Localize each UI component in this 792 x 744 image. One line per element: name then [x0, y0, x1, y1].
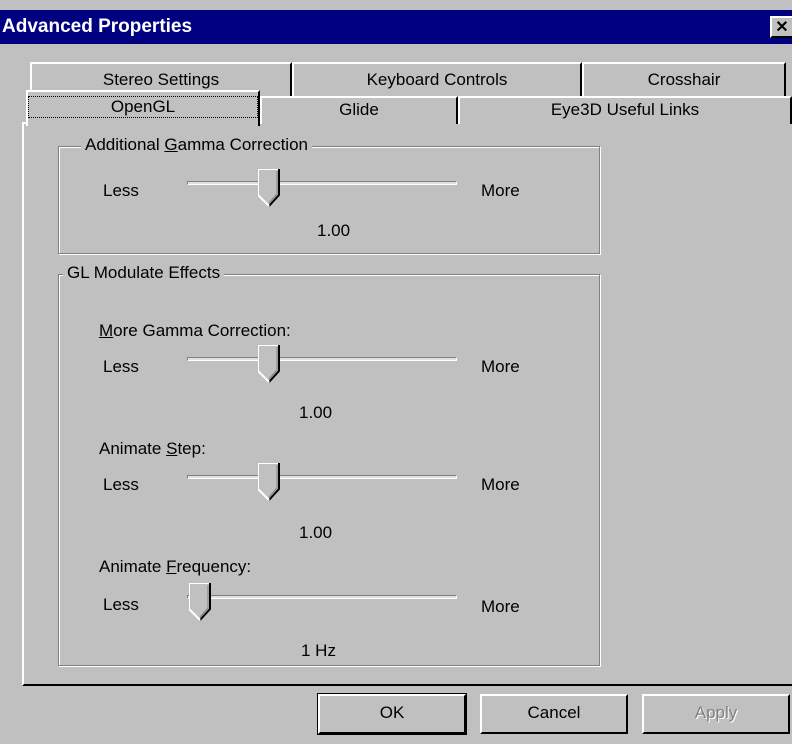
tab-label: Stereo Settings — [102, 70, 220, 89]
tab-crosshair[interactable]: Crosshair — [582, 62, 786, 96]
close-button[interactable]: ✕ — [770, 16, 792, 38]
tab-label: Crosshair — [647, 70, 721, 89]
more-label: More — [481, 181, 520, 200]
group-legend: Additional Gamma Correction — [81, 135, 312, 155]
tab-eye3d-useful-links[interactable]: Eye3D Useful Links — [458, 96, 792, 124]
less-label: Less — [103, 595, 139, 614]
cancel-button[interactable]: Cancel — [480, 694, 628, 734]
slider-track — [187, 357, 457, 361]
animate-step-label: Animate Step: — [99, 439, 206, 458]
animate-frequency-slider[interactable] — [187, 583, 457, 627]
close-icon: ✕ — [775, 19, 789, 36]
tab-label: Keyboard Controls — [366, 70, 508, 89]
ok-button[interactable]: OK — [317, 693, 467, 735]
gamma-value: 1.00 — [317, 221, 351, 240]
tab-label: Glide — [339, 100, 379, 119]
ok-button-label: OK — [379, 703, 405, 722]
apply-button[interactable]: Apply — [642, 694, 790, 734]
slider-track — [187, 595, 457, 599]
gamma-correction-slider[interactable] — [187, 169, 457, 213]
slider-thumb[interactable] — [258, 463, 280, 501]
cancel-button-label: Cancel — [527, 703, 581, 722]
slider-thumb[interactable] — [189, 583, 211, 621]
title-bar[interactable]: Advanced Properties ✕ — [0, 10, 792, 44]
group-legend: GL Modulate Effects — [63, 263, 225, 283]
more-label: More — [481, 475, 520, 494]
less-label: Less — [103, 357, 139, 376]
less-label: Less — [103, 181, 139, 200]
gamma-correction-group: Additional Gamma Correction Less More 1.… — [58, 135, 600, 254]
window-title: Advanced Properties — [2, 16, 193, 37]
slider-thumb[interactable] — [258, 169, 280, 207]
gl-modulate-effects-group: GL Modulate Effects More Gamma Correctio… — [58, 263, 600, 666]
animate-step-value: 1.00 — [299, 523, 333, 542]
tab-glide[interactable]: Glide — [260, 96, 458, 124]
more-label: More — [481, 597, 520, 616]
advanced-properties-dialog: Advanced Properties ✕ Stereo Settings Ke… — [0, 0, 792, 744]
less-label: Less — [103, 475, 139, 494]
more-gamma-label: More Gamma Correction: — [99, 321, 291, 340]
tab-keyboard-controls[interactable]: Keyboard Controls — [292, 62, 582, 96]
tab-label: OpenGL — [28, 96, 258, 118]
animate-frequency-label: Animate Frequency: — [99, 557, 252, 576]
slider-track — [187, 475, 457, 479]
animate-frequency-value: 1 Hz — [301, 641, 336, 660]
more-gamma-slider[interactable] — [187, 345, 457, 389]
more-label: More — [481, 357, 520, 376]
apply-button-label: Apply — [694, 703, 738, 722]
animate-step-slider[interactable] — [187, 463, 457, 507]
opengl-tab-panel: Additional Gamma Correction Less More 1.… — [22, 122, 792, 686]
slider-track — [187, 181, 457, 185]
tab-opengl[interactable]: OpenGL — [26, 90, 260, 126]
more-gamma-value: 1.00 — [299, 403, 333, 422]
slider-thumb[interactable] — [258, 345, 280, 383]
tab-label: Eye3D Useful Links — [550, 100, 700, 119]
